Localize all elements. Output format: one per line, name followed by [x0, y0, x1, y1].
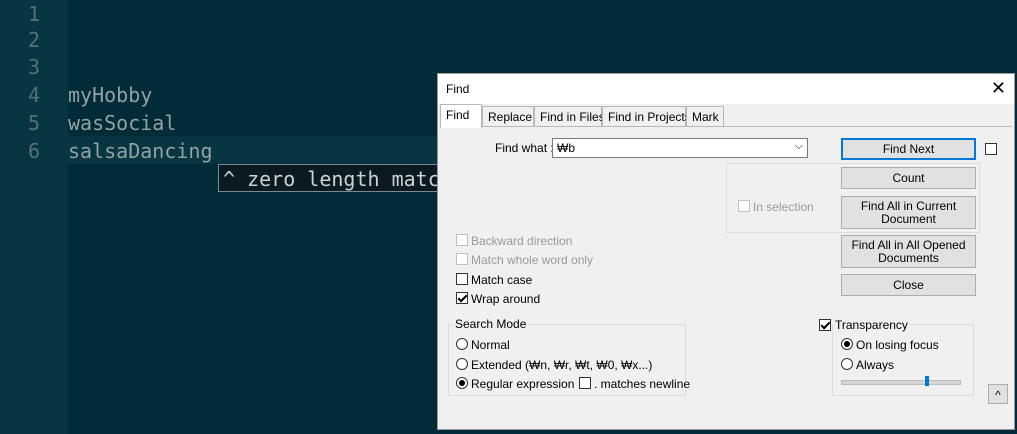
- tab-find[interactable]: Find: [440, 104, 482, 128]
- on-losing-focus-label: On losing focus: [856, 338, 939, 352]
- normal-radio[interactable]: [456, 338, 468, 350]
- find-all-opened-documents-button[interactable]: Find All in All Opened Documents: [841, 235, 976, 268]
- find-what-label: Find what :: [495, 141, 554, 155]
- line-number: 2: [27, 28, 40, 52]
- tab-find-in-files[interactable]: Find in Files: [534, 106, 605, 126]
- matches-newline-checkbox[interactable]: [579, 377, 591, 389]
- find-what-value: ₩b: [557, 141, 575, 155]
- normal-label: Normal: [471, 338, 510, 352]
- line-number: 3: [27, 55, 40, 79]
- line-number: 6: [27, 139, 40, 163]
- count-button[interactable]: Count: [841, 167, 976, 189]
- dialog-titlebar[interactable]: Find ✕: [438, 74, 1014, 104]
- whole-word-label: Match whole word only: [471, 253, 594, 267]
- on-losing-focus-radio[interactable]: [841, 338, 853, 350]
- wrap-around-label: Wrap around: [471, 292, 541, 306]
- line-number: 5: [27, 111, 40, 135]
- backward-direction-checkbox[interactable]: [456, 234, 468, 246]
- extended-label: Extended (₩n, ₩r, ₩t, ₩0, ₩x...): [471, 358, 653, 372]
- tab-mark[interactable]: Mark: [686, 106, 724, 126]
- matches-newline-label: . matches newline: [594, 377, 691, 391]
- find-next-button[interactable]: Find Next: [841, 138, 976, 160]
- transparency-title: Transparency: [833, 318, 910, 332]
- transparency-slider-thumb[interactable]: [924, 376, 929, 386]
- line-number: 4: [27, 83, 40, 107]
- code-line[interactable]: wasSocial: [68, 109, 176, 137]
- find-all-current-document-button[interactable]: Find All in Current Document: [841, 196, 976, 229]
- dialog-title: Find: [446, 82, 470, 96]
- code-line[interactable]: myHobby: [68, 81, 152, 109]
- transparency-group: [832, 324, 974, 396]
- wrap-around-checkbox[interactable]: [456, 292, 468, 304]
- tab-replace[interactable]: Replace: [482, 106, 534, 126]
- regular-expression-label: Regular expression: [471, 377, 575, 391]
- match-case-label: Match case: [471, 273, 533, 287]
- transparency-slider-track[interactable]: [841, 380, 961, 385]
- whole-word-checkbox[interactable]: [456, 253, 468, 265]
- transparency-checkbox[interactable]: [819, 319, 831, 331]
- backward-direction-label: Backward direction: [471, 234, 573, 248]
- zero-length-match-tooltip: ^ zero length match: [218, 164, 474, 192]
- find-next-option-checkbox[interactable]: [985, 143, 997, 155]
- line-number: 1: [27, 2, 40, 26]
- search-mode-title: Search Mode: [453, 317, 529, 331]
- code-line[interactable]: salsaDancing: [68, 137, 213, 165]
- close-button[interactable]: Close: [841, 274, 976, 296]
- match-case-checkbox[interactable]: [456, 273, 468, 285]
- in-selection-checkbox[interactable]: [738, 200, 750, 212]
- find-what-input[interactable]: ₩b ⌵: [552, 138, 808, 158]
- line-number-gutter: 1 2 3 4 5 6: [0, 0, 68, 434]
- regular-expression-radio[interactable]: [456, 377, 468, 389]
- extended-radio[interactable]: [456, 358, 468, 370]
- close-icon[interactable]: ✕: [991, 78, 1006, 98]
- find-dialog: Find ✕ Find Replace Find in Files Find i…: [437, 73, 1015, 430]
- always-label: Always: [856, 358, 895, 372]
- chevron-down-icon[interactable]: ⌵: [795, 140, 803, 153]
- collapse-dialog-button[interactable]: ^: [988, 384, 1008, 404]
- in-selection-label: In selection: [753, 200, 814, 214]
- tab-find-in-projects[interactable]: Find in Projects: [602, 106, 691, 126]
- always-radio[interactable]: [841, 358, 853, 370]
